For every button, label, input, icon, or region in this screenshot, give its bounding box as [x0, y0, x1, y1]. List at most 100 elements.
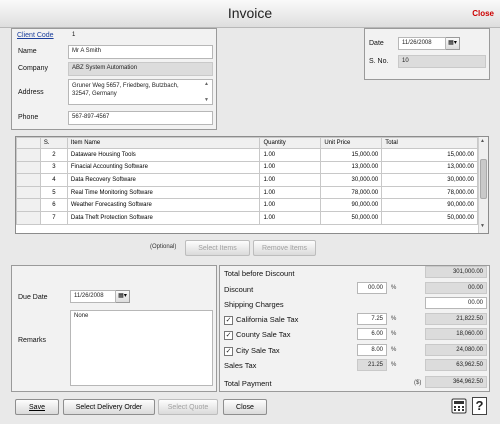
table-row[interactable]: 6 Weather Forecasting Software 1.00 90,0… — [16, 198, 478, 212]
select-delivery-order-button[interactable]: Select Delivery Order — [63, 399, 155, 415]
address-label: Address — [18, 89, 44, 96]
city-tax-percent-field[interactable]: 8.00 — [357, 344, 387, 356]
sno-label: S. No. — [369, 58, 389, 65]
sno-field: 10 — [398, 55, 486, 68]
discount-percent-field[interactable]: 00.00 — [357, 282, 387, 294]
items-grid: S. Item Name Quantity Unit Price Total 2… — [15, 136, 489, 234]
table-row[interactable]: 3 Finacial Accounting Software 1.00 13,0… — [16, 160, 478, 175]
client-code-link[interactable]: Client Code — [17, 32, 54, 39]
california-tax-percent-sign: % — [391, 316, 397, 322]
row-sno: 5 — [39, 185, 68, 200]
sales-tax-percent-value: 21.25 — [357, 359, 387, 371]
row-unit-price[interactable]: 90,000.00 — [320, 198, 383, 212]
date-label: Date — [369, 40, 384, 47]
row-total: 13,000.00 — [381, 160, 478, 175]
name-label: Name — [18, 48, 37, 55]
row-unit-price[interactable]: 13,000.00 — [320, 160, 383, 175]
address-scroll-down-icon[interactable]: ▼ — [204, 97, 209, 103]
calculator-icon[interactable] — [451, 398, 467, 414]
row-item-name[interactable]: Finacial Accounting Software — [66, 160, 261, 175]
county-tax-percent-sign: % — [391, 331, 397, 337]
close-button[interactable]: Close — [223, 399, 267, 415]
row-quantity[interactable]: 1.00 — [259, 173, 322, 187]
select-items-button[interactable]: Select Items — [185, 240, 250, 256]
help-icon[interactable]: ? — [472, 397, 487, 415]
row-quantity[interactable]: 1.00 — [259, 160, 322, 175]
row-quantity[interactable]: 1.00 — [259, 148, 322, 162]
date-calendar-icon[interactable]: ▦▾ — [446, 37, 460, 50]
california-tax-label: California Sale Tax — [236, 315, 299, 324]
row-unit-price[interactable]: 50,000.00 — [320, 210, 383, 225]
scroll-up-icon[interactable]: ▲ — [480, 138, 485, 144]
column-header-unit-price[interactable]: Unit Price — [320, 137, 383, 149]
row-quantity[interactable]: 1.00 — [259, 185, 322, 200]
row-item-name[interactable]: Data Recovery Software — [66, 173, 261, 187]
county-tax-label: County Sale Tax — [236, 330, 291, 339]
row-total: 50,000.00 — [381, 210, 478, 225]
due-date-field[interactable]: 11/26/2008 — [70, 290, 116, 303]
items-grid-scrollbar[interactable]: ▲ ▼ — [478, 137, 488, 233]
select-quote-button[interactable]: Select Quote — [158, 399, 218, 415]
table-row[interactable]: 2 Dataware Housing Tools 1.00 15,000.00 … — [16, 148, 478, 162]
due-date-calendar-icon[interactable]: ▦▾ — [116, 290, 130, 303]
row-quantity[interactable]: 1.00 — [259, 210, 322, 225]
total-before-discount-value: 301,000.00 — [425, 266, 487, 278]
shipping-field[interactable]: 00.00 — [425, 297, 487, 309]
column-header-sno[interactable]: S. — [39, 137, 68, 149]
row-unit-price[interactable]: 15,000.00 — [320, 148, 383, 162]
row-sno: 2 — [39, 148, 68, 162]
row-unit-price[interactable]: 30,000.00 — [320, 173, 383, 187]
county-tax-checkbox[interactable]: ✓ — [224, 331, 233, 340]
row-total: 15,000.00 — [381, 148, 478, 162]
row-total: 90,000.00 — [381, 198, 478, 212]
row-total: 30,000.00 — [381, 173, 478, 187]
row-selector[interactable] — [16, 148, 41, 162]
address-field[interactable]: Gruner Weg 5657, Friedberg, Butzbach, 32… — [68, 79, 213, 105]
column-header-quantity[interactable]: Quantity — [259, 137, 322, 149]
county-tax-value: 18,060.00 — [425, 328, 487, 340]
county-tax-percent-field[interactable]: 6.00 — [357, 328, 387, 340]
city-tax-checkbox[interactable]: ✓ — [224, 347, 233, 356]
row-item-name[interactable]: Real Time Monitoring Software — [66, 185, 261, 200]
row-selector[interactable] — [16, 173, 41, 187]
row-selector[interactable] — [16, 198, 41, 212]
discount-label: Discount — [224, 285, 254, 294]
row-quantity[interactable]: 1.00 — [259, 198, 322, 212]
address-scroll-up-icon[interactable]: ▲ — [204, 81, 209, 87]
row-selector[interactable] — [16, 210, 41, 225]
items-grid-header: S. Item Name Quantity Unit Price Total — [16, 137, 478, 149]
total-payment-value: 364,962.50 — [425, 376, 487, 388]
shipping-label: Shipping Charges — [224, 300, 284, 309]
column-header-total[interactable]: Total — [381, 137, 478, 149]
row-selector[interactable] — [16, 160, 41, 175]
california-tax-checkbox[interactable]: ✓ — [224, 316, 233, 325]
phone-field[interactable]: 567-897-4567 — [68, 111, 213, 125]
table-row[interactable]: 4 Data Recovery Software 1.00 30,000.00 … — [16, 173, 478, 187]
save-button[interactable]: Save — [15, 399, 59, 415]
remove-items-button[interactable]: Remove Items — [253, 240, 316, 256]
sales-tax-label: Sales Tax — [224, 361, 257, 370]
row-item-name[interactable]: Dataware Housing Tools — [66, 148, 261, 162]
row-total: 78,000.00 — [381, 185, 478, 200]
name-field[interactable]: Mr A Smith — [68, 45, 213, 59]
row-selector-header — [16, 137, 41, 149]
row-unit-price[interactable]: 78,000.00 — [320, 185, 383, 200]
table-row[interactable]: 5 Real Time Monitoring Software 1.00 78,… — [16, 185, 478, 200]
row-selector[interactable] — [16, 185, 41, 200]
column-header-item-name[interactable]: Item Name — [66, 137, 261, 149]
table-row[interactable]: 7 Data Theft Protection Software 1.00 50… — [16, 210, 478, 225]
window-title: Invoice — [227, 5, 273, 21]
company-field: ABZ System Automation — [68, 62, 213, 76]
remarks-field[interactable]: None — [70, 310, 213, 386]
currency-label: ($) — [414, 380, 422, 386]
scroll-down-icon[interactable]: ▼ — [480, 223, 485, 229]
client-code-value: 1 — [72, 32, 76, 38]
california-tax-percent-field[interactable]: 7.25 — [357, 313, 387, 325]
row-item-name[interactable]: Weather Forecasting Software — [66, 198, 261, 212]
close-link[interactable]: Close — [472, 9, 494, 18]
date-field[interactable]: 11/26/2008 — [398, 37, 446, 50]
city-tax-value: 24,080.00 — [425, 344, 487, 356]
scroll-thumb[interactable] — [480, 159, 487, 199]
row-item-name[interactable]: Data Theft Protection Software — [66, 210, 261, 225]
city-tax-percent-sign: % — [391, 347, 397, 353]
